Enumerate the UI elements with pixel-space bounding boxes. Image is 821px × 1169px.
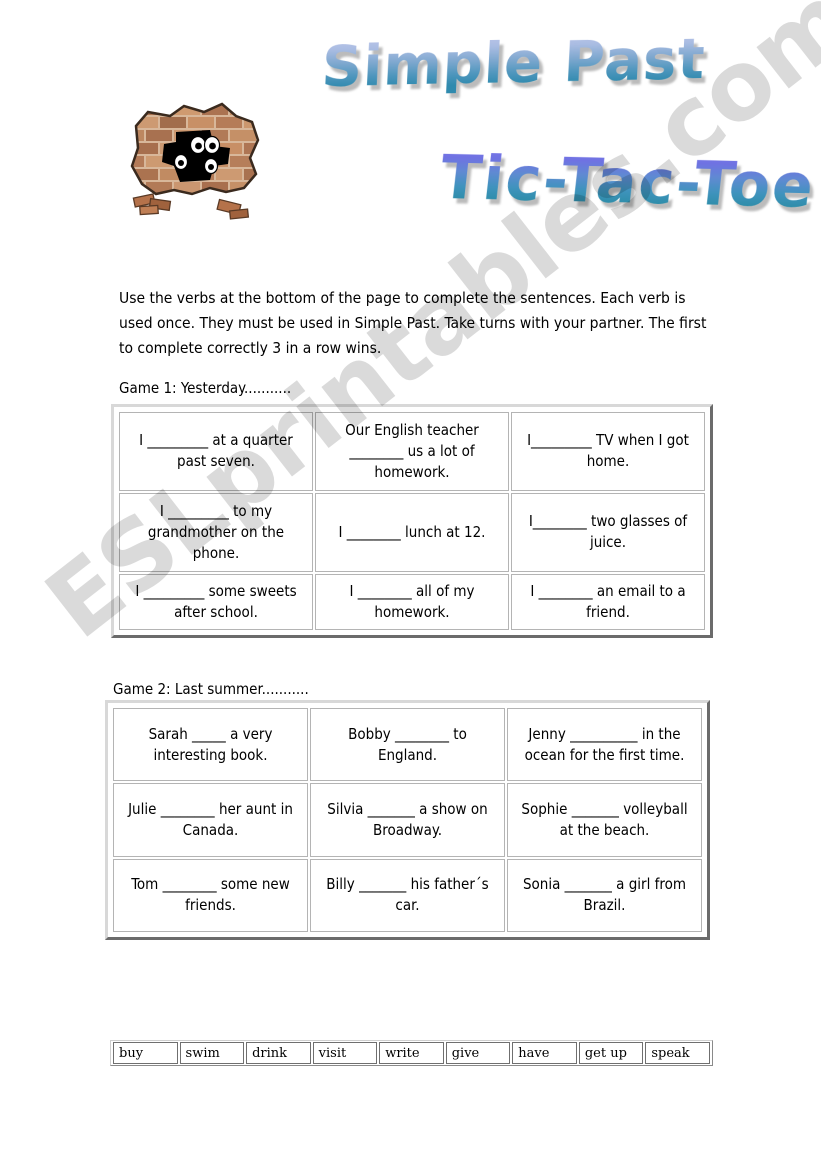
page-header: Simple Past Tic-Tac-Toe	[0, 0, 821, 262]
brick-wall-hole-icon	[118, 92, 266, 224]
table-row: Tom ________ some new friends. Billy ___…	[113, 858, 702, 932]
page-title-sub: Tic-Tac-Toe	[436, 142, 819, 222]
game-1-cell-1[interactable]: I _________ at a quarter past seven.	[119, 412, 313, 491]
table-row: I _________ to my grandmother on the pho…	[119, 492, 705, 572]
instructions-text: Use the verbs at the bottom of the page …	[119, 289, 707, 357]
verb-write[interactable]: write	[379, 1042, 444, 1064]
table-row: I _________ at a quarter past seven. Our…	[119, 412, 705, 491]
game-1-cell-5[interactable]: I ________ lunch at 12.	[315, 492, 509, 572]
verb-visit[interactable]: visit	[312, 1042, 378, 1064]
game-2-cell-6[interactable]: Sophie _______ volleyball at the beach.	[507, 783, 702, 857]
verb-speak[interactable]: speak	[645, 1042, 710, 1064]
game-1-cell-6[interactable]: I________ two glasses of juice.	[511, 492, 705, 572]
game-2-label: Game 2: Last summer...........	[113, 680, 309, 698]
game-1-grid: I _________ at a quarter past seven. Our…	[111, 404, 713, 638]
page-title-main: Simple Past	[320, 26, 707, 101]
game-2-cell-4[interactable]: Julie ________ her aunt in Canada.	[113, 783, 308, 857]
verb-get-up[interactable]: get up	[578, 1042, 644, 1064]
game-1-cell-9[interactable]: I ________ an email to a friend.	[511, 573, 705, 630]
game-1-label: Game 1: Yesterday...........	[119, 379, 292, 397]
table-row: I _________ some sweets after school. I …	[119, 573, 705, 630]
game-2-cell-5[interactable]: Silvia _______ a show on Broadway.	[310, 783, 505, 857]
game-2-cell-7[interactable]: Tom ________ some new friends.	[113, 858, 308, 932]
game-1-cell-7[interactable]: I _________ some sweets after school.	[119, 573, 313, 630]
verb-have[interactable]: have	[512, 1042, 577, 1064]
table-row: Julie ________ her aunt in Canada. Silvi…	[113, 783, 702, 857]
verb-give[interactable]: give	[445, 1042, 511, 1064]
game-2-cell-1[interactable]: Sarah _____ a very interesting book.	[113, 708, 308, 782]
table-row: Sarah _____ a very interesting book. Bob…	[113, 708, 702, 782]
game-2-cell-2[interactable]: Bobby ________ to England.	[310, 708, 505, 782]
game-2-cell-8[interactable]: Billy _______ his father´s car.	[310, 858, 505, 932]
verb-bank-row: buy swim drink visit write give have get…	[113, 1042, 710, 1064]
game-1-cell-4[interactable]: I _________ to my grandmother on the pho…	[119, 492, 313, 572]
game-2-cell-9[interactable]: Sonia _______ a girl from Brazil.	[507, 858, 702, 932]
game-1-cell-8[interactable]: I ________ all of my homework.	[315, 573, 509, 630]
verb-swim[interactable]: swim	[179, 1042, 245, 1064]
game-2-cell-3[interactable]: Jenny __________ in the ocean for the fi…	[507, 708, 702, 782]
game-2-table: Sarah _____ a very interesting book. Bob…	[111, 706, 704, 934]
game-1-cell-3[interactable]: I_________ TV when I got home.	[511, 412, 705, 491]
game-2-grid: Sarah _____ a very interesting book. Bob…	[105, 700, 710, 940]
verb-bank: buy swim drink visit write give have get…	[110, 1040, 713, 1066]
game-1-table: I _________ at a quarter past seven. Our…	[117, 410, 707, 632]
verb-drink[interactable]: drink	[246, 1042, 311, 1064]
verb-bank-table: buy swim drink visit write give have get…	[111, 1041, 712, 1065]
game-1-cell-2[interactable]: Our English teacher ________ us a lot of…	[315, 412, 509, 491]
verb-buy[interactable]: buy	[113, 1042, 178, 1064]
